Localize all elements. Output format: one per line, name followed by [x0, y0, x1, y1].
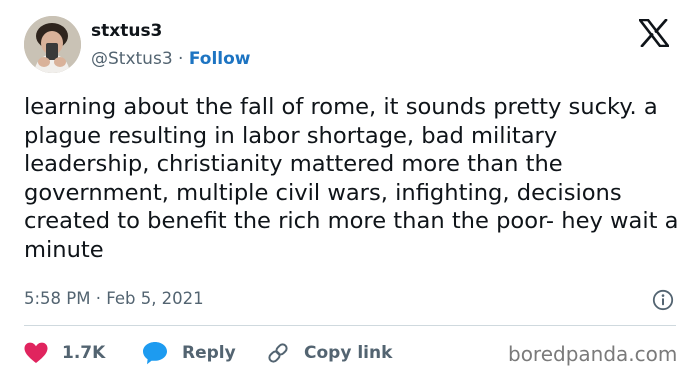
watermark: boredpanda.com [508, 342, 678, 366]
reply-label: Reply [182, 343, 236, 363]
link-icon [268, 343, 288, 363]
date-separator: · [95, 289, 101, 308]
x-logo-icon[interactable] [639, 19, 669, 47]
like-button[interactable]: 1.7K [24, 340, 105, 366]
copy-link-label: Copy link [304, 343, 393, 363]
reply-button[interactable]: Reply [142, 340, 236, 366]
speech-bubble-icon [143, 342, 167, 365]
divider [24, 325, 676, 326]
display-name[interactable]: stxtus3 [91, 21, 162, 41]
copy-link-button[interactable]: Copy link [266, 340, 392, 366]
handle-line: @Stxtus3 · Follow [91, 49, 251, 69]
info-icon[interactable] [652, 289, 674, 311]
avatar[interactable] [24, 16, 81, 73]
user-handle[interactable]: @Stxtus3 [91, 49, 173, 69]
handle-separator: · [178, 49, 184, 69]
tweet-timestamp[interactable]: 5:58 PM · Feb 5, 2021 [24, 289, 204, 309]
like-count: 1.7K [62, 343, 106, 363]
follow-button[interactable]: Follow [189, 49, 251, 69]
tweet-text: learning about the fall of rome, it soun… [24, 94, 679, 263]
tweet-time: 5:58 PM [24, 289, 91, 308]
tweet-date: Feb 5, 2021 [106, 289, 204, 308]
heart-icon [24, 342, 48, 363]
